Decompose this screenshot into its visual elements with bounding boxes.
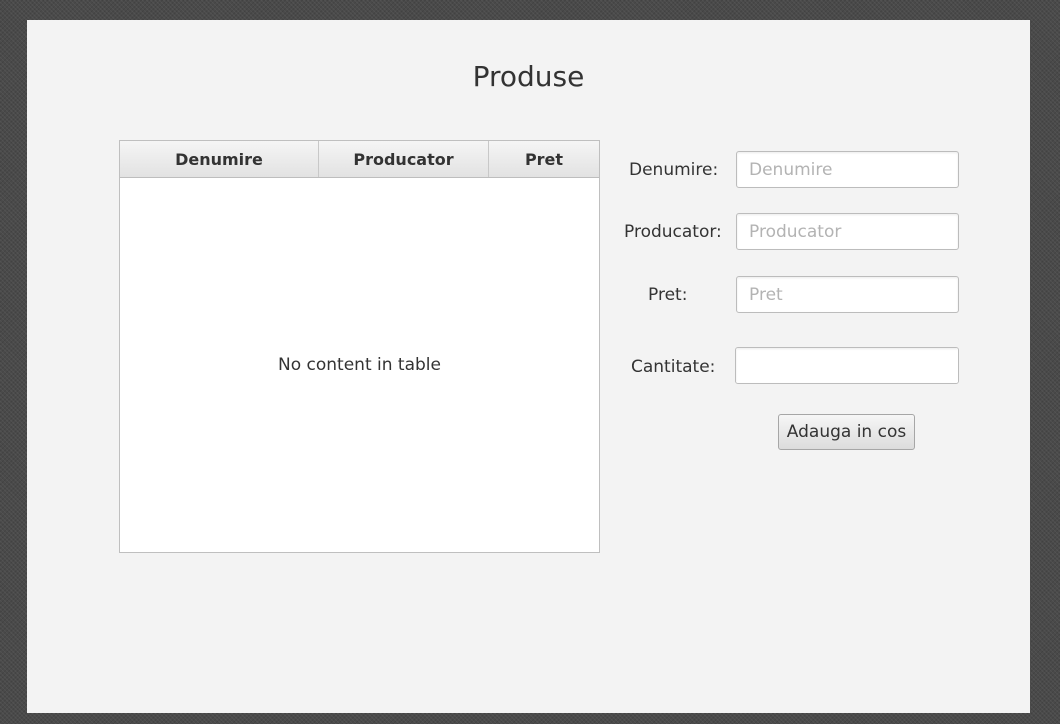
denumire-label: Denumire: [629, 160, 719, 180]
cantitate-input[interactable] [736, 348, 958, 383]
cantitate-spinner[interactable]: ▲ ▼ [735, 347, 959, 384]
denumire-input[interactable] [736, 151, 959, 188]
table-body: No content in table [120, 178, 599, 552]
column-header-pret[interactable]: Pret [489, 141, 599, 177]
column-header-denumire[interactable]: Denumire [120, 141, 319, 177]
column-header-producator[interactable]: Producator [319, 141, 489, 177]
table-empty-placeholder: No content in table [278, 355, 441, 375]
app-window: Produse Denumire Producator Pret No cont… [27, 20, 1030, 713]
table-header: Denumire Producator Pret [120, 141, 599, 178]
cantitate-label: Cantitate: [631, 357, 716, 377]
producator-label: Producator: [624, 222, 722, 242]
add-to-cart-button[interactable]: Adauga in cos [778, 414, 915, 450]
producator-input[interactable] [736, 213, 959, 250]
products-table[interactable]: Denumire Producator Pret No content in t… [119, 140, 600, 553]
pret-input[interactable] [736, 276, 959, 313]
page-title: Produse [472, 60, 585, 93]
pret-label: Pret: [648, 285, 688, 305]
